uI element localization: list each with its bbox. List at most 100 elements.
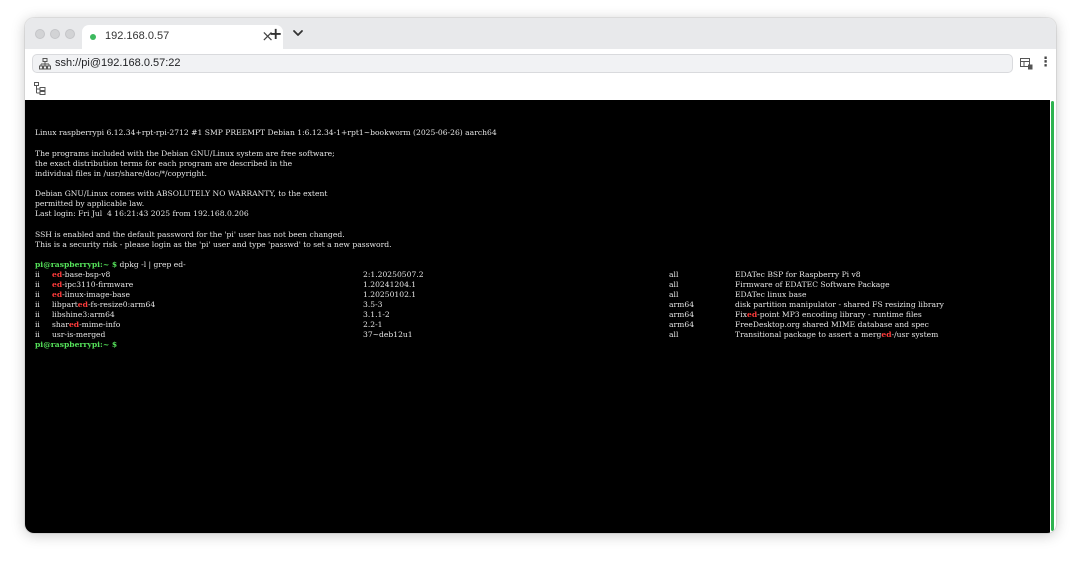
package-name-text: -ipc3110-firmware [62,280,134,289]
ssh-warning-line: This is a security risk - please login a… [35,240,392,249]
package-name-text: -mime-info [79,320,121,329]
description-text: EDATec linux base [735,290,807,299]
scrollbar-thumb[interactable] [1051,101,1054,531]
package-name: ed-ipc3110-firmware [52,280,133,290]
final-prompt-line: pi@raspberrypi:~ $ [35,340,117,350]
description-text: FreeDesktop.org shared MIME database and… [735,320,929,329]
connection-status-dot [90,34,96,40]
address-bar: ssh://pi@192.168.0.57:22 ⋮ [25,49,1056,78]
package-name: ed-base-bsp-v8 [52,270,110,280]
package-version: 2:1.20250507.2 [363,270,424,279]
file-tree-icon[interactable] [34,82,46,95]
description-text: -point MP3 encoding library - runtime fi… [757,310,922,319]
login-banner: Linux raspberrypi 6.12.34+rpt-rpi-2712 #… [35,128,497,137]
package-description: Transitional package to assert a merged-… [735,330,938,340]
window-close-button[interactable] [35,29,45,39]
package-version: 2.2-1 [363,320,383,329]
package-version: 37~deb12u1 [363,330,413,339]
motd-line: the exact distribution terms for each pr… [35,159,293,168]
command-text: dpkg -l | grep ed- [117,260,186,269]
package-row: ii libshine3:arm64 3.1.1-2 arm64 Fixed-point… [25,310,1050,320]
motd-line: The programs included with the Debian GN… [35,149,335,158]
package-arch: all [669,330,679,339]
url-field[interactable]: ssh://pi@192.168.0.57:22 [32,54,1013,73]
chevron-down-icon[interactable] [291,26,305,40]
package-status: ii [35,280,40,289]
package-arch: all [669,270,679,279]
description-text: -/usr system [891,330,939,339]
motd-line: individual files in /usr/share/doc/*/cop… [35,169,207,178]
match-highlight: ed [52,280,63,289]
package-description: Firmware of EDATEC Software Package [735,280,890,290]
package-description: EDATec linux base [735,290,806,300]
package-row: ii shared-mime-info 2.2-1 arm64 FreeDesktop.… [25,320,1050,330]
prompt-user: pi@raspberrypi [35,260,101,269]
package-row: ii ed-linux-image-base 1.20250102.1 all EDAT… [25,290,1050,300]
package-status: ii [35,290,40,299]
network-icon [39,58,51,70]
package-row: ii libparted-fs-resize0:arm64 3.5-3 arm64 di… [25,300,1050,310]
motd-line: Debian GNU/Linux comes with ABSOLUTELY N… [35,189,328,198]
package-row: ii usr-is-merged 37~deb12u1 all Transitional… [25,330,1050,340]
package-name-text: -fs-resize0:arm64 [87,300,156,309]
description-text: Firmware of EDATEC Software Package [735,280,890,289]
terminal-scrollbar[interactable] [1050,100,1056,533]
package-version: 3.5-3 [363,300,383,309]
prompt-path: :~ $ [100,260,118,269]
package-description: EDATec BSP for Raspberry Pi v8 [735,270,861,280]
match-highlight: ed [77,300,88,309]
package-version: 1.20250102.1 [363,290,417,299]
new-tab-button[interactable]: + [269,24,282,43]
prompt-path: :~ $ [100,340,118,349]
description-text: Fix [735,310,747,319]
package-arch: all [669,290,679,299]
description-text: disk partition manipulator - shared FS r… [735,300,944,309]
session-toolbar [25,78,1056,100]
motd-line: permitted by applicable law. [35,199,145,208]
package-description: Fixed-point MP3 encoding library - runti… [735,310,922,320]
tab-ssh-session[interactable]: 192.168.0.57 × [82,25,283,49]
window-minimize-button[interactable] [50,29,60,39]
package-name: ed-linux-image-base [52,290,130,300]
package-arch: all [669,280,679,289]
tab-strip: 192.168.0.57 × + [25,18,1056,49]
package-name-text: libpart [52,300,78,309]
description-text: EDATec BSP for Raspberry Pi v8 [735,270,861,279]
package-name-text: -base-bsp-v8 [62,270,111,279]
package-name-text: -linux-image-base [62,290,130,299]
match-highlight: ed [881,330,892,339]
package-description: FreeDesktop.org shared MIME database and… [735,320,929,330]
package-name-text: shar [52,320,69,329]
package-status: ii [35,300,40,309]
match-highlight: ed [746,310,758,319]
browser-window: 192.168.0.57 × + ssh://pi@192.168.0.57:2… [25,18,1056,533]
package-name-text: usr-is-merged [52,330,106,339]
package-name: shared-mime-info [52,320,120,330]
package-version: 3.1.1-2 [363,310,390,319]
package-name: usr-is-merged [52,330,105,340]
terminal-screen[interactable]: Linux raspberrypi 6.12.34+rpt-rpi-2712 #… [25,100,1050,533]
package-description: disk partition manipulator - shared FS r… [735,300,944,310]
package-status: ii [35,310,40,319]
package-status: ii [35,330,40,339]
package-name: libparted-fs-resize0:arm64 [52,300,155,310]
package-row: ii ed-base-bsp-v8 2:1.20250507.2 all EDATec … [25,270,1050,280]
extension-icon[interactable] [1020,58,1033,70]
package-arch: arm64 [669,320,695,329]
url-text: ssh://pi@192.168.0.57:22 [55,57,181,69]
more-menu-icon[interactable]: ⋮ [1039,55,1052,70]
command-line: pi@raspberrypi:~ $ dpkg -l | grep ed- [35,260,186,270]
match-highlight: ed [52,270,63,279]
description-text: Transitional package to assert a merg [735,330,882,339]
package-name-text: libshine3:arm64 [52,310,115,319]
package-arch: arm64 [669,300,695,309]
match-highlight: ed [52,290,63,299]
prompt-user: pi@raspberrypi [35,340,101,349]
match-highlight: ed [68,320,80,329]
package-status: ii [35,270,40,279]
window-zoom-button[interactable] [65,29,75,39]
tab-title: 192.168.0.57 [105,30,170,42]
last-login-line: Last login: Fri Jul 4 16:21:43 2025 from… [35,209,249,218]
package-row: ii ed-ipc3110-firmware 1.20241204.1 all Firm… [25,280,1050,290]
package-arch: arm64 [669,310,695,319]
